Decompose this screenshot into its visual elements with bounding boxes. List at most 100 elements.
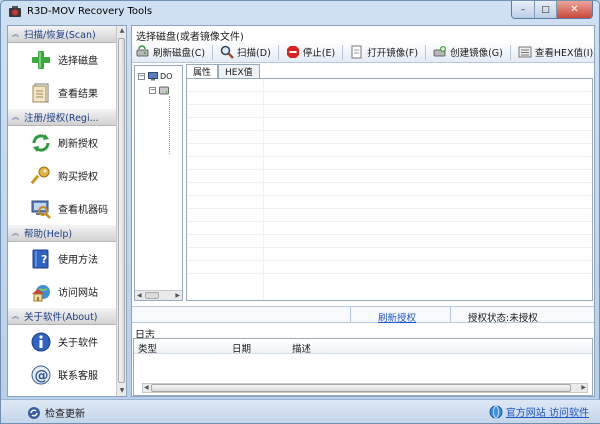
at-sign-icon: @: [31, 365, 51, 384]
toolbar-label: 刷新磁盘(C): [153, 48, 206, 59]
grid-line: [187, 273, 592, 274]
scrollbar-thumb[interactable]: [151, 384, 571, 392]
toolbar-separator: [342, 44, 344, 60]
scroll-up-icon[interactable]: ▲: [118, 27, 126, 35]
sidebar-header-label: 帮助(Help): [24, 229, 73, 240]
close-button[interactable]: ✕: [556, 1, 592, 18]
toolbar-label: 打开镜像(F): [367, 48, 419, 59]
scroll-down-icon[interactable]: ▼: [118, 387, 126, 395]
refresh-disk-button[interactable]: 刷新磁盘(C): [132, 43, 209, 62]
toolbar-separator: [212, 44, 214, 60]
log-table[interactable]: 类型 日期 描述 ◀ ▶: [133, 338, 593, 396]
sidebar-item-usage[interactable]: ? 使用方法: [8, 242, 118, 275]
collapse-icon: ︽: [12, 229, 19, 237]
sidebar-header-help[interactable]: ︽ 帮助(Help): [8, 225, 118, 242]
sidebar-item-label: 刷新授权: [58, 139, 98, 150]
status-bar: 检查更新 官方网站 访问软件: [1, 399, 600, 423]
sidebar-header-register[interactable]: ︽ 注册/授权(Regi...: [8, 109, 118, 126]
disk-tree[interactable]: − DO − ◀ ▶: [134, 65, 183, 301]
collapse-icon: ︽: [12, 312, 19, 320]
toolbar-label: 扫描(D): [237, 48, 271, 59]
sidebar-item-refresh-license[interactable]: 刷新授权: [8, 126, 118, 159]
grid-line: [187, 104, 592, 105]
sidebar-item-label: 选择磁盘: [58, 56, 98, 67]
minimize-button[interactable]: –: [512, 1, 534, 18]
disk-select-label: 选择磁盘(或者镜像文件): [136, 32, 244, 43]
sidebar-item-buy-license[interactable]: 购买授权: [8, 159, 118, 192]
grid-line: [187, 91, 592, 92]
maximize-button[interactable]: □: [534, 1, 556, 18]
website-link-label: 官方网站 访问软件: [505, 408, 589, 419]
sidebar-item-machine-code[interactable]: 查看机器码: [8, 192, 118, 225]
grid-line: [187, 195, 592, 196]
sidebar-item-label: 联系客服: [58, 371, 98, 382]
check-update-label: 检查更新: [45, 409, 85, 420]
grid-line: [187, 130, 592, 131]
collapse-icon: ︽: [12, 30, 19, 38]
tree-node-root[interactable]: − DO: [138, 72, 172, 81]
sidebar-item-label: 查看机器码: [58, 205, 108, 216]
toolbar-label: 创建镜像(G): [450, 48, 503, 59]
document-list-icon: [32, 83, 49, 102]
stop-button[interactable]: 停止(E): [282, 43, 339, 62]
sidebar-header-scan[interactable]: ︽ 扫描/恢复(Scan): [8, 26, 118, 43]
divider: [350, 307, 351, 323]
scroll-left-icon[interactable]: ◀: [144, 384, 149, 391]
sidebar-item-website[interactable]: 访问网站: [8, 275, 118, 308]
scroll-right-icon[interactable]: ▶: [581, 384, 586, 391]
create-image-button[interactable]: 创建镜像(G): [429, 43, 507, 62]
sidebar-item-contact[interactable]: @ 联系客服: [8, 358, 118, 391]
sidebar-item-select-disk[interactable]: 选择磁盘: [8, 43, 118, 76]
collapse-box-icon[interactable]: −: [149, 87, 156, 94]
title-bar[interactable]: R3D-MOV Recovery Tools – □ ✕: [1, 1, 599, 23]
sidebar-item-label: 关于软件: [58, 338, 98, 349]
tab-hex[interactable]: HEX值: [218, 64, 260, 78]
sidebar-item-view-results[interactable]: 查看结果: [8, 76, 118, 109]
tab-properties[interactable]: 属性: [186, 64, 219, 78]
property-grid[interactable]: [186, 78, 593, 301]
column-header-type[interactable]: 类型: [138, 341, 157, 355]
tree-node-disk[interactable]: −: [149, 86, 169, 95]
help-book-icon: ?: [32, 249, 49, 268]
open-image-button[interactable]: 打开镜像(F): [346, 43, 422, 62]
toolbar-separator: [425, 44, 427, 60]
scan-button[interactable]: 扫描(D): [216, 43, 275, 62]
app-icon: [9, 6, 21, 17]
scrollbar-thumb[interactable]: [118, 38, 125, 383]
sidebar-item-label: 购买授权: [58, 172, 98, 183]
tree-horizontal-scrollbar[interactable]: ◀ ▶: [135, 290, 182, 300]
main-panel: 选择磁盘(或者镜像文件) 刷新磁盘(C) 扫描(D) 停止(E) 打开镜像(F)…: [131, 25, 595, 397]
sidebar-header-about[interactable]: ︽ 关于软件(About): [8, 308, 118, 325]
check-update-button[interactable]: 检查更新: [27, 405, 85, 420]
log-horizontal-scrollbar[interactable]: ◀ ▶: [142, 383, 588, 393]
scroll-left-icon[interactable]: ◀: [137, 292, 142, 299]
divider: [450, 307, 451, 323]
sidebar-item-label: 使用方法: [58, 255, 98, 266]
key-icon: [30, 166, 50, 184]
collapse-box-icon[interactable]: −: [138, 73, 145, 80]
refresh-arrows-icon: [32, 133, 50, 152]
column-header-date[interactable]: 日期: [232, 341, 251, 355]
sidebar-scrollbar[interactable]: ▲ ▼: [116, 26, 126, 396]
toolbar-label: 停止(E): [302, 48, 336, 59]
auth-status-bar: 刷新授权 授权状态:未授权: [132, 306, 594, 324]
scroll-right-icon[interactable]: ▶: [175, 292, 180, 299]
info-icon: [31, 332, 51, 351]
tree-connector: [169, 96, 170, 154]
grid-line: [187, 260, 592, 261]
grid-line: [187, 247, 592, 248]
open-image-icon: [351, 45, 362, 59]
column-header-description[interactable]: 描述: [292, 341, 311, 355]
refresh-license-link[interactable]: 刷新授权: [378, 310, 416, 324]
stop-icon: [286, 46, 299, 58]
sidebar: ︽ 扫描/恢复(Scan) 选择磁盘 查看结果 ︽ 注册/授权(Regi... …: [7, 25, 127, 397]
grid-line: [187, 208, 592, 209]
toolbar-label: 查看HEX值(I): [534, 48, 594, 59]
view-hex-button[interactable]: 查看HEX值(I): [514, 43, 594, 62]
website-link[interactable]: 官方网站 访问软件: [489, 404, 589, 419]
sidebar-header-label: 关于软件(About): [24, 312, 98, 323]
scrollbar-thumb[interactable]: [145, 292, 159, 299]
sidebar-item-about[interactable]: 关于软件: [8, 325, 118, 358]
home-globe-icon: [32, 284, 50, 301]
refresh-disk-icon: [136, 45, 149, 57]
